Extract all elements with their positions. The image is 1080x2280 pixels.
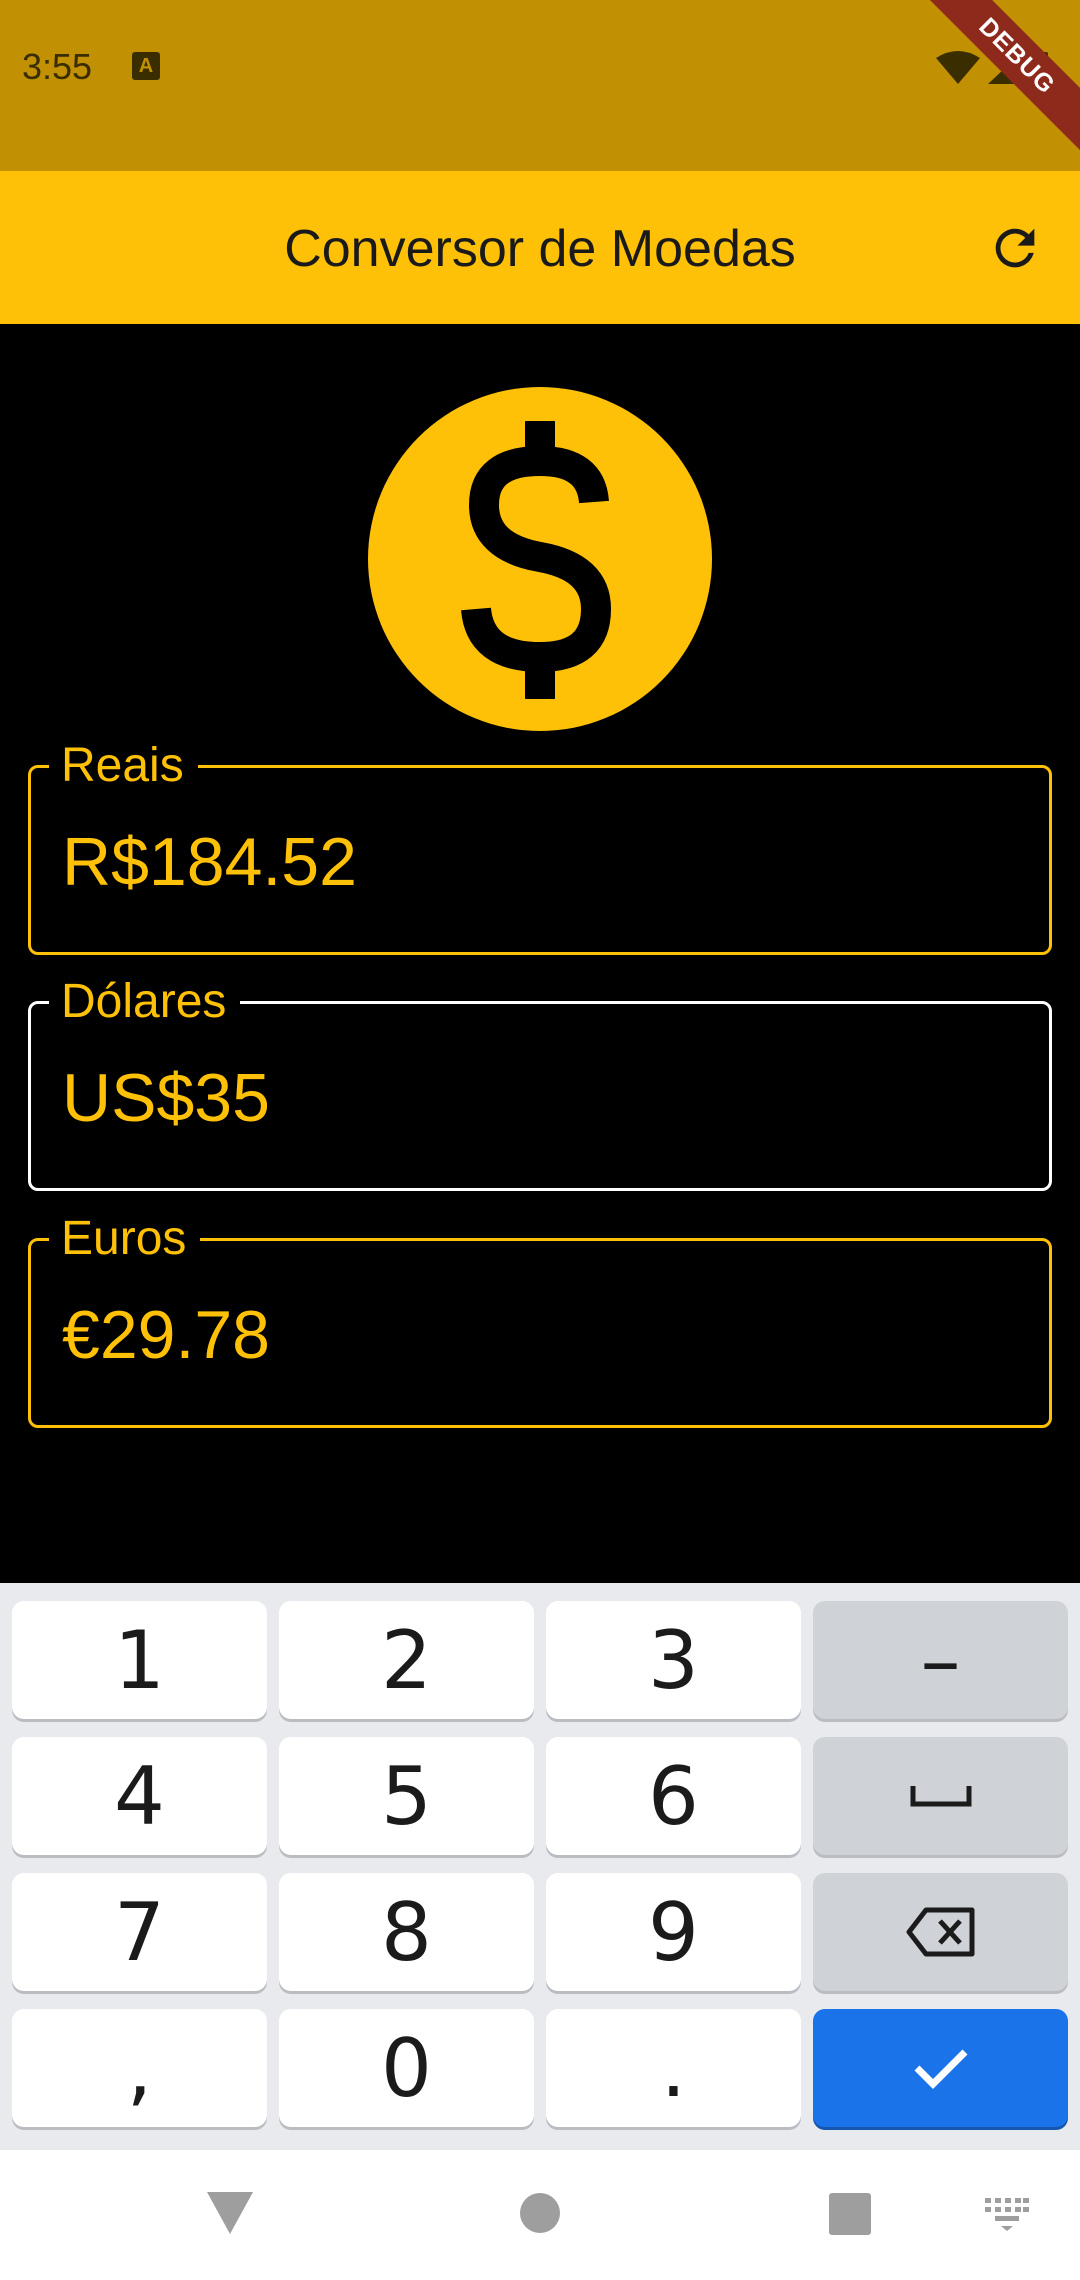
dolares-value[interactable]: US$35 — [62, 1058, 270, 1138]
key-6[interactable]: 6 — [546, 1737, 801, 1855]
dolares-label: Dólares — [49, 973, 241, 1031]
refresh-icon[interactable] — [986, 219, 1044, 277]
key-0[interactable]: 0 — [279, 2009, 534, 2127]
dolares-field[interactable]: Dólares US$35 — [28, 973, 1052, 1191]
key-3[interactable]: 3 — [546, 1601, 801, 1719]
wifi-icon — [936, 51, 980, 84]
key-8[interactable]: 8 — [279, 1873, 534, 1991]
keyboard-switch-icon[interactable] — [985, 2198, 1029, 2232]
backspace-icon — [906, 1907, 974, 1957]
key-9[interactable]: 9 — [546, 1873, 801, 1991]
home-icon[interactable] — [519, 2192, 561, 2234]
key-backspace[interactable] — [813, 1873, 1068, 1991]
status-time: 3:55 — [22, 46, 93, 87]
reais-field[interactable]: Reais R$184.52 — [28, 737, 1052, 955]
app-bar: Conversor de Moedas — [0, 171, 1080, 324]
key-comma[interactable]: , — [12, 2009, 267, 2127]
reais-value[interactable]: R$184.52 — [62, 822, 357, 902]
key-7[interactable]: 7 — [12, 1873, 267, 1991]
euros-label: Euros — [49, 1210, 201, 1268]
key-dot[interactable]: . — [546, 2009, 801, 2127]
recents-icon[interactable] — [828, 2192, 872, 2236]
key-4[interactable]: 4 — [12, 1737, 267, 1855]
key-1[interactable]: 1 — [12, 1601, 267, 1719]
key-confirm[interactable] — [813, 2009, 1068, 2127]
navigation-bar — [0, 2150, 1080, 2280]
a-icon: A — [132, 52, 160, 80]
reais-label: Reais — [49, 737, 198, 795]
key-space[interactable] — [813, 1737, 1068, 1855]
back-icon[interactable] — [205, 2190, 255, 2236]
numeric-keyboard: 1 2 3 – 4 5 6 7 8 9 , 0 . — [0, 1583, 1080, 2150]
dollar-coin-icon — [368, 387, 712, 731]
status-bar: 3:55 A DEBUG — [0, 0, 1080, 171]
key-minus[interactable]: – — [813, 1601, 1068, 1719]
euros-value[interactable]: €29.78 — [62, 1295, 270, 1375]
key-5[interactable]: 5 — [279, 1737, 534, 1855]
app-title: Conversor de Moedas — [284, 220, 796, 278]
key-2[interactable]: 2 — [279, 1601, 534, 1719]
euros-field[interactable]: Euros €29.78 — [28, 1210, 1052, 1428]
check-icon — [914, 2049, 967, 2089]
space-icon — [910, 1786, 971, 1807]
